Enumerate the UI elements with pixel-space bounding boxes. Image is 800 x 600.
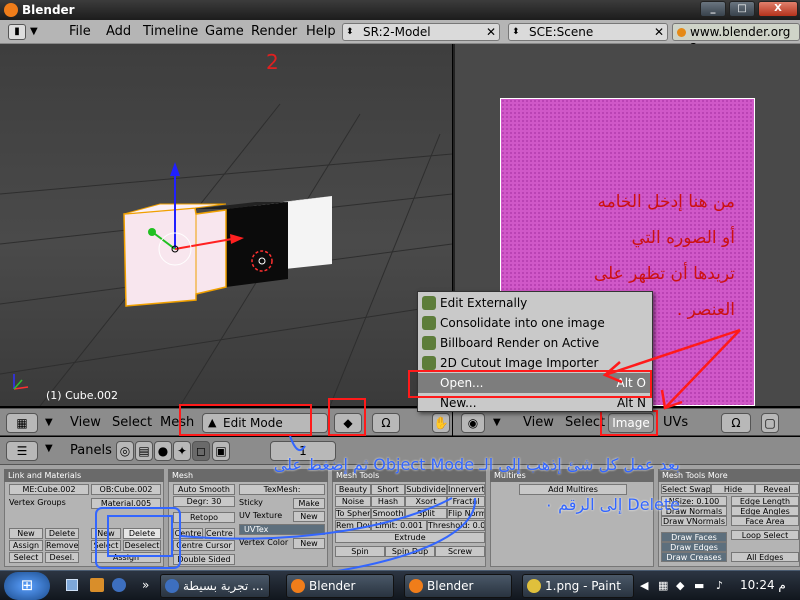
- task-paint-icon: [527, 579, 541, 593]
- language-icon[interactable]: ◀: [640, 579, 648, 592]
- object-label: (1) Cube.002: [46, 389, 118, 402]
- menu-billboard-label: Billboard Render on Active: [440, 336, 600, 350]
- highlight-mode-box: [179, 404, 312, 436]
- battery-icon[interactable]: ▬: [694, 579, 704, 592]
- edit-externally-icon: [422, 296, 436, 310]
- window-title: Blender: [22, 3, 75, 17]
- blender-logo-icon: [4, 3, 18, 17]
- blender-window: Blender _ □ X ▮ ▼ File Add Timeline Game…: [0, 0, 800, 600]
- title-bar: Blender _ □ X: [0, 0, 800, 20]
- window-type-icon[interactable]: ▮: [8, 24, 26, 40]
- highlight-drawtype-box: [328, 398, 366, 436]
- volume-icon[interactable]: ♪: [716, 579, 723, 592]
- task-blender-2[interactable]: Blender: [404, 574, 512, 598]
- task-blender-2-icon: [409, 579, 423, 593]
- task-arabic-label: تجربة بسيطة ...: [183, 579, 264, 593]
- collapse-arrow-icon[interactable]: ▼: [30, 20, 38, 44]
- scene-selector[interactable]: ⬍ SCE:Scene ✕: [508, 23, 668, 41]
- menu-help[interactable]: Help: [306, 20, 336, 44]
- image-editor-type-icon[interactable]: ◉: [461, 413, 485, 433]
- menu-edit-externally-label: Edit Externally: [440, 296, 528, 310]
- task-arabic[interactable]: تجربة بسيطة ...: [160, 574, 270, 598]
- menu-bar: ▮ ▼ File Add Timeline Game Render Help ⬍…: [0, 20, 800, 55]
- menu-new-label: New...: [440, 396, 477, 410]
- clock[interactable]: 10:24 م: [740, 578, 786, 592]
- 3d-viewport[interactable]: 2 (1) Cube.002: [0, 44, 452, 406]
- image-header-collapse-icon[interactable]: ▼: [493, 409, 501, 437]
- browser-icon[interactable]: [112, 578, 126, 592]
- hand-icon[interactable]: ✋: [432, 413, 450, 433]
- maximize-button[interactable]: □: [729, 1, 755, 17]
- menu-timeline[interactable]: Timeline: [143, 20, 198, 44]
- cutout-importer-icon: [422, 356, 436, 370]
- blender-url: www.blender.org 2: [672, 23, 800, 55]
- task-blender-1-label: Blender: [309, 579, 356, 593]
- folder-icon[interactable]: [90, 578, 104, 592]
- screen-selector[interactable]: ⬍ SR:2-Model ✕: [342, 23, 500, 41]
- menu-game[interactable]: Game: [205, 20, 244, 44]
- viewport-scene: [0, 103, 452, 406]
- screen-browse-icon[interactable]: ⬍: [346, 24, 354, 40]
- annotation-line-1: من هنا إدخل الخامه: [597, 192, 736, 212]
- show-desktop-icon[interactable]: [66, 579, 78, 591]
- screen-name[interactable]: SR:2-Model: [363, 25, 431, 39]
- menu-consolidate-label: Consolidate into one image: [440, 316, 605, 330]
- quicklaunch-expand-icon[interactable]: »: [142, 578, 149, 592]
- red-arrows: [602, 328, 741, 410]
- screen-delete-icon[interactable]: ✕: [486, 24, 496, 40]
- minimize-button[interactable]: _: [700, 1, 726, 17]
- scene-delete-icon[interactable]: ✕: [654, 24, 664, 40]
- billboard-icon: [422, 336, 436, 350]
- view-number: 2: [266, 50, 279, 74]
- blender-globe-icon: [677, 28, 686, 37]
- annotation-line-3: تريدها أن تظهر على: [593, 264, 735, 284]
- start-button[interactable]: ⊞: [4, 572, 50, 600]
- editor-type-icon[interactable]: ▦: [6, 413, 38, 433]
- image-lock-icon[interactable]: ▢: [761, 413, 779, 433]
- close-button[interactable]: X: [758, 1, 798, 17]
- menu-cutout-importer-label: 2D Cutout Image Importer: [440, 356, 599, 370]
- task-blender-1[interactable]: Blender: [286, 574, 394, 598]
- pivot-icon[interactable]: Ω: [372, 413, 400, 433]
- task-arabic-icon: [165, 579, 179, 593]
- image-view-menu[interactable]: View: [523, 409, 554, 437]
- header-collapse-icon[interactable]: ▼: [45, 409, 53, 437]
- select-menu[interactable]: Select: [112, 409, 152, 437]
- window-controls: _ □ X: [700, 1, 798, 17]
- network-icon[interactable]: ▦: [658, 579, 668, 592]
- menu-render[interactable]: Render: [251, 20, 297, 44]
- task-paint-label: 1.png - Paint: [545, 579, 621, 593]
- taskbar: ⊞ » تجربة بسيطة ... Blender Blender 1.pn…: [0, 570, 800, 600]
- view-menu[interactable]: View: [70, 409, 101, 437]
- task-paint[interactable]: 1.png - Paint: [522, 574, 634, 598]
- annotation-line-2: أو الصوره التي: [631, 228, 736, 248]
- shield-icon[interactable]: ◆: [676, 579, 684, 592]
- menu-file[interactable]: File: [69, 20, 91, 44]
- consolidate-icon: [422, 316, 436, 330]
- task-blender-2-label: Blender: [427, 579, 474, 593]
- scene-name[interactable]: SCE:Scene: [529, 25, 593, 39]
- menu-add[interactable]: Add: [106, 20, 131, 44]
- task-blender-1-icon: [291, 579, 305, 593]
- scene-browse-icon[interactable]: ⬍: [512, 24, 520, 40]
